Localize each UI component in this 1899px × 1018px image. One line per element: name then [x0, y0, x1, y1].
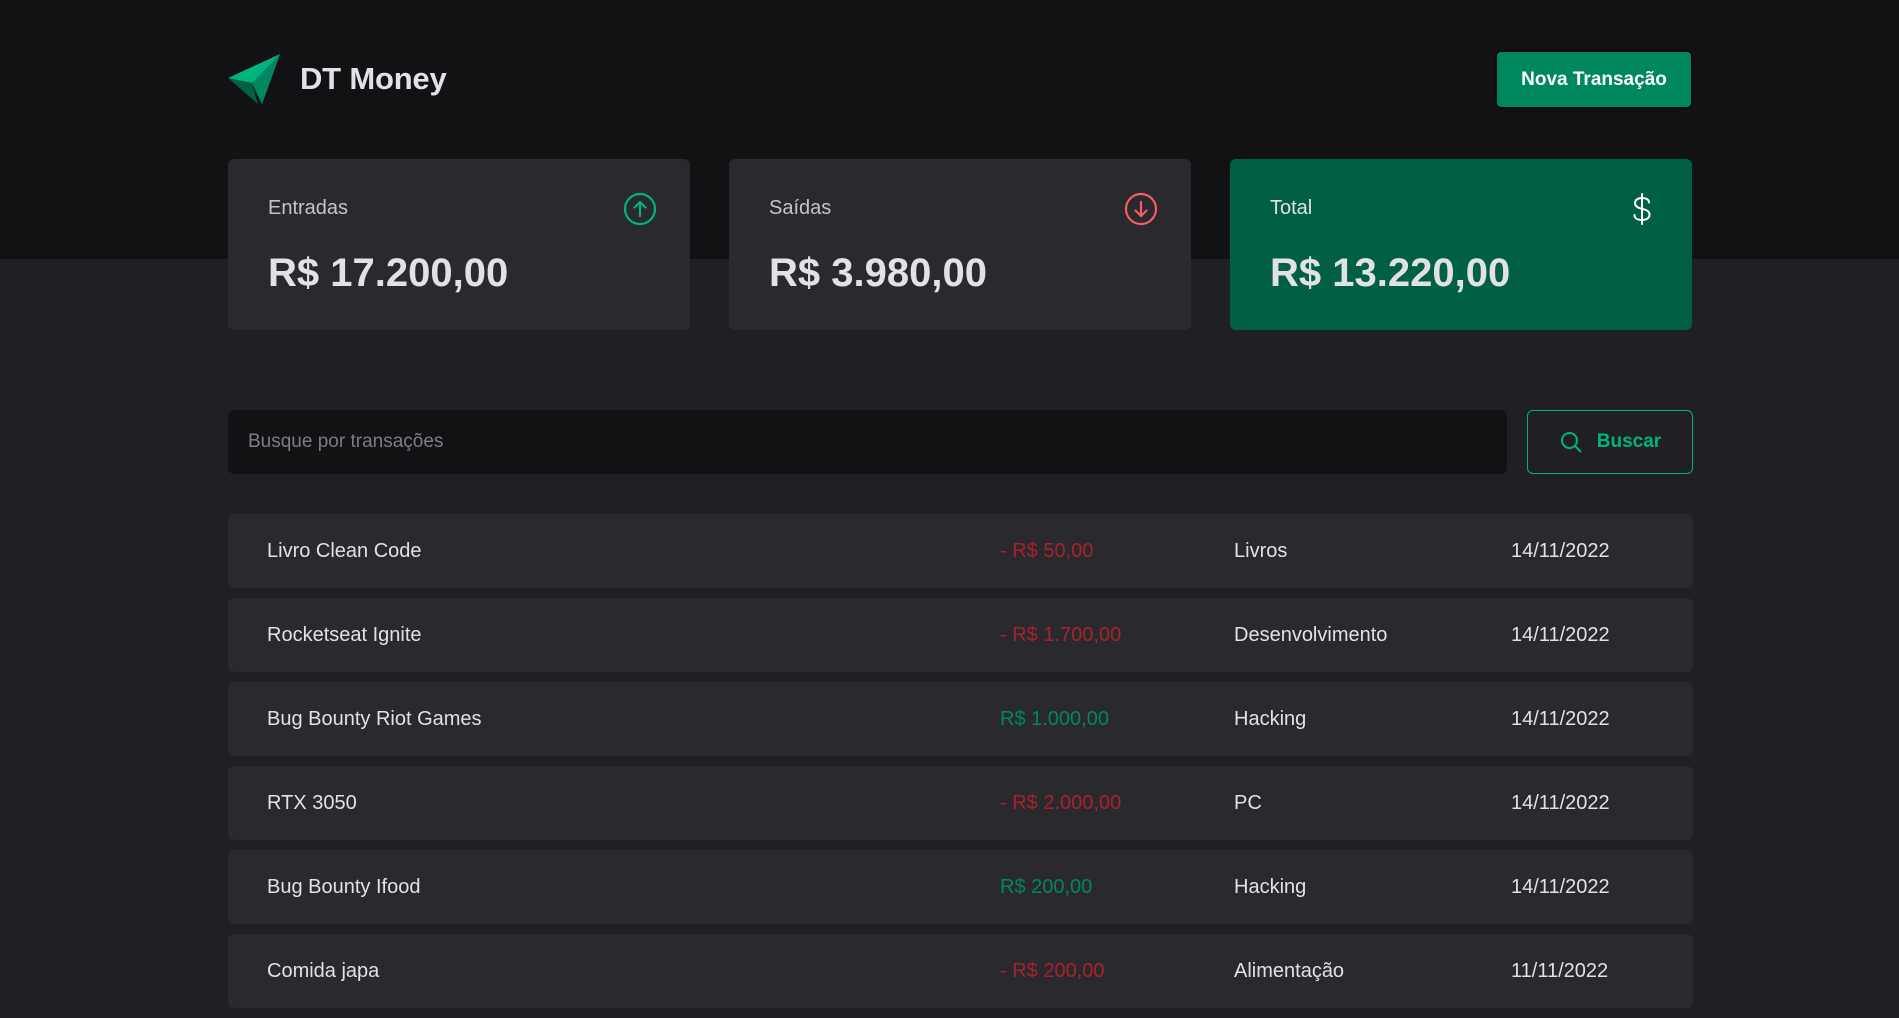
transaction-date: 14/11/2022 [1511, 540, 1610, 562]
currency-dollar-icon [1625, 192, 1659, 226]
transaction-date: 14/11/2022 [1511, 624, 1610, 646]
table-row[interactable]: Comida japa - R$ 200,00 Alimentação 11/1… [228, 934, 1693, 1008]
outcome-label: Saídas [769, 197, 832, 219]
search-input[interactable] [228, 410, 1507, 474]
transaction-category: PC [1234, 792, 1262, 814]
transaction-date: 14/11/2022 [1511, 876, 1610, 898]
summary-cards: Entradas R$ 17.200,00 Saídas R$ 3.980,00 [228, 159, 1693, 330]
transaction-category: Hacking [1234, 876, 1307, 898]
transaction-description: RTX 3050 [267, 792, 357, 814]
table-row[interactable]: RTX 3050 - R$ 2.000,00 PC 14/11/2022 [228, 766, 1693, 840]
table-row[interactable]: Bug Bounty Ifood R$ 200,00 Hacking 14/11… [228, 850, 1693, 924]
total-label: Total [1270, 197, 1313, 219]
search-button[interactable]: Buscar [1527, 410, 1693, 474]
arrow-circle-up-icon [623, 192, 657, 226]
new-transaction-button[interactable]: Nova Transação [1495, 50, 1693, 109]
transaction-description: Livro Clean Code [267, 540, 422, 562]
app-logo[interactable]: DT Money [228, 54, 447, 104]
transaction-category: Desenvolvimento [1234, 624, 1388, 646]
summary-card-total: Total R$ 13.220,00 [1230, 159, 1692, 330]
transaction-description: Comida japa [267, 960, 380, 982]
app-name: DT Money [300, 61, 447, 96]
magnifying-glass-icon [1560, 432, 1582, 453]
table-row[interactable]: Livro Clean Code - R$ 50,00 Livros 14/11… [228, 514, 1693, 588]
transaction-price: - R$ 50,00 [1000, 540, 1094, 562]
transaction-date: 14/11/2022 [1511, 792, 1610, 814]
outcome-value: R$ 3.980,00 [769, 251, 987, 295]
summary-card-outcome: Saídas R$ 3.980,00 [729, 159, 1191, 330]
transaction-category: Hacking [1234, 708, 1307, 730]
transaction-category: Alimentação [1234, 960, 1345, 982]
transaction-price: R$ 200,00 [1000, 876, 1093, 898]
transaction-description: Bug Bounty Ifood [267, 876, 421, 898]
transactions-table: Livro Clean Code - R$ 50,00 Livros 14/11… [228, 514, 1693, 1018]
search-form: Buscar [228, 410, 1693, 474]
transaction-price: - R$ 1.700,00 [1000, 624, 1122, 646]
income-label: Entradas [268, 197, 349, 219]
paper-plane-logo-icon [228, 54, 280, 104]
table-row[interactable]: Bug Bounty Riot Games R$ 1.000,00 Hackin… [228, 682, 1693, 756]
transaction-description: Bug Bounty Riot Games [267, 708, 482, 730]
summary-card-income: Entradas R$ 17.200,00 [228, 159, 690, 330]
arrow-circle-down-icon [1124, 192, 1158, 226]
total-value: R$ 13.220,00 [1270, 251, 1511, 295]
income-value: R$ 17.200,00 [268, 251, 509, 295]
transaction-date: 14/11/2022 [1511, 708, 1610, 730]
search-button-label: Buscar [1596, 431, 1662, 452]
app-header: DT Money Nova Transação [228, 50, 1693, 110]
transaction-price: R$ 1.000,00 [1000, 708, 1109, 730]
transaction-price: - R$ 200,00 [1000, 960, 1105, 982]
table-row[interactable]: Rocketseat Ignite - R$ 1.700,00 Desenvol… [228, 598, 1693, 672]
transaction-description: Rocketseat Ignite [267, 624, 422, 646]
transaction-price: - R$ 2.000,00 [1000, 792, 1122, 814]
transaction-date: 11/11/2022 [1511, 960, 1609, 982]
transaction-category: Livros [1234, 540, 1288, 562]
